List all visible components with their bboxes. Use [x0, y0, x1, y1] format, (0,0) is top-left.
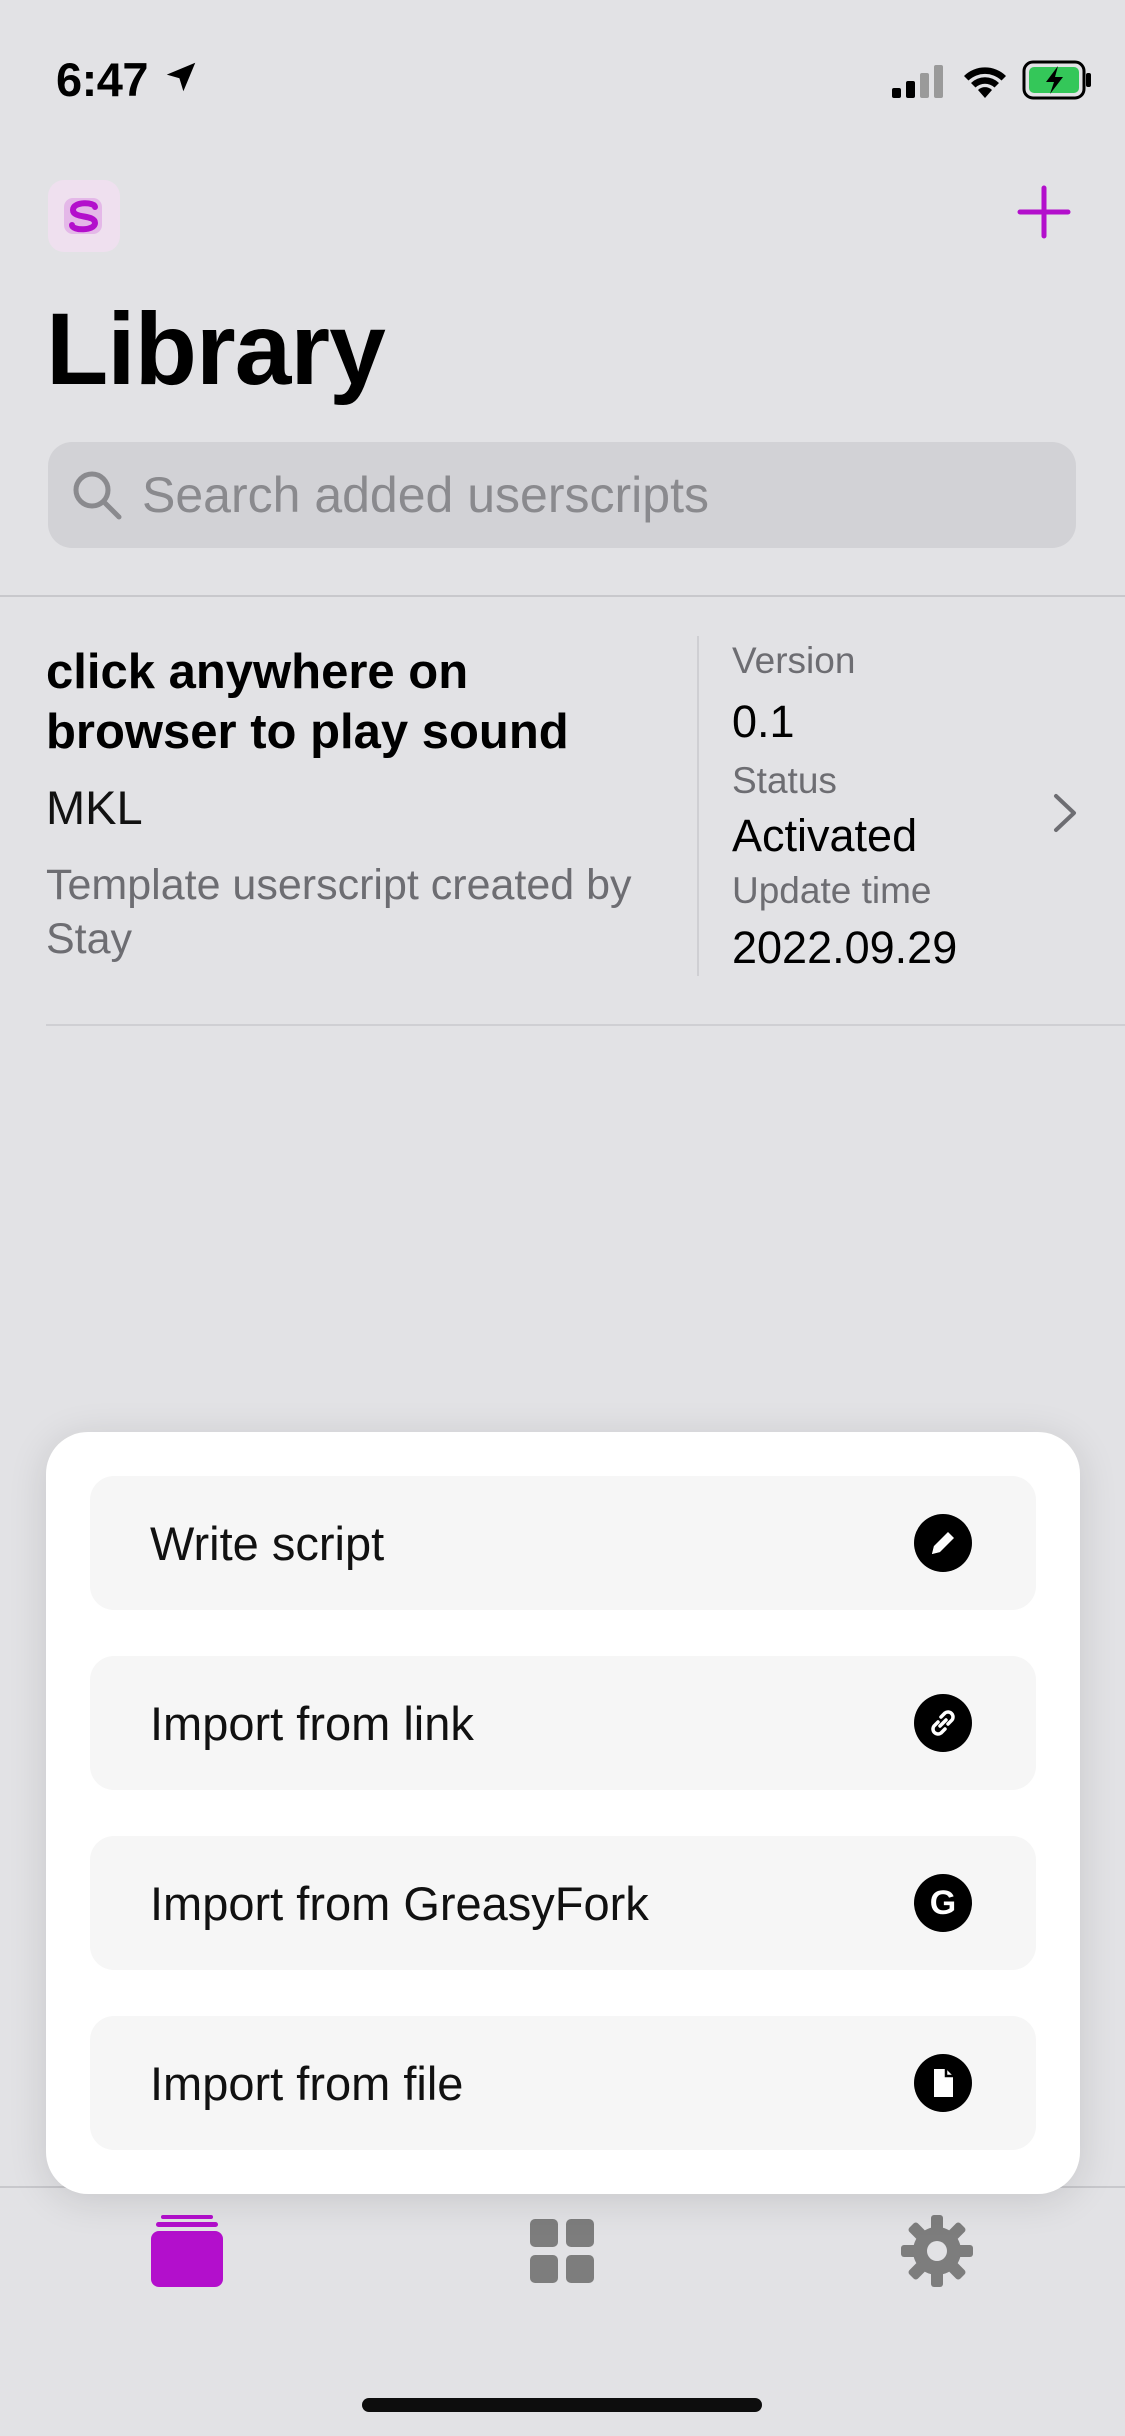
menu-item-import-greasyfork[interactable]: Import from GreasyFork G [90, 1836, 1036, 1970]
tab-settings[interactable] [892, 2206, 982, 2296]
plus-icon [1017, 185, 1071, 239]
home-indicator [362, 2398, 762, 2412]
greasyfork-icon: G [914, 1874, 972, 1932]
status-label: Status [732, 760, 837, 801]
tab-explore[interactable] [517, 2206, 607, 2296]
list-divider [46, 1024, 1125, 1026]
gear-icon [901, 2215, 973, 2287]
status-bar: 6:47 [56, 52, 200, 107]
menu-item-import-link[interactable]: Import from link [90, 1656, 1036, 1790]
version-value: 0.1 [732, 696, 795, 747]
menu-item-import-file[interactable]: Import from file [90, 2016, 1036, 2150]
script-description: Template userscript created by Stay [46, 861, 632, 963]
script-name: click anywhere on browser to play sound [46, 645, 569, 759]
menu-item-label: Import from file [150, 2056, 464, 2110]
menu-item-write-script[interactable]: Write script [90, 1476, 1036, 1610]
row-separator [697, 636, 699, 976]
tab-library[interactable] [142, 2206, 232, 2296]
file-icon [914, 2054, 972, 2112]
menu-item-label: Write script [150, 1516, 385, 1570]
menu-item-label: Import from GreasyFork [150, 1876, 649, 1930]
status-time: 6:47 [56, 53, 149, 106]
search-icon [73, 471, 122, 520]
wifi-icon [960, 60, 1010, 105]
grid-icon [530, 2219, 594, 2283]
search-input[interactable] [140, 465, 1044, 525]
battery-charging-icon [1022, 60, 1094, 105]
greasyfork-glyph: G [929, 1884, 957, 1922]
version-label: Version [732, 640, 856, 681]
cellular-signal-icon [890, 62, 946, 105]
page-title: Library [46, 292, 386, 406]
chevron-right-icon[interactable] [1048, 790, 1082, 841]
library-stack-icon [151, 2215, 223, 2287]
location-arrow-icon [162, 52, 200, 107]
add-button[interactable] [1012, 180, 1076, 244]
app-logo [48, 180, 120, 252]
script-author: MKL [46, 781, 143, 834]
link-icon [914, 1694, 972, 1752]
status-value: Activated [732, 810, 918, 861]
add-script-menu: Write script Import from link Import fro… [46, 1432, 1080, 2194]
update-time-label: Update time [732, 870, 932, 911]
menu-item-label: Import from link [150, 1696, 474, 1750]
pencil-icon [914, 1514, 972, 1572]
search-bar[interactable] [48, 442, 1076, 548]
update-time-value: 2022.09.29 [732, 922, 958, 973]
